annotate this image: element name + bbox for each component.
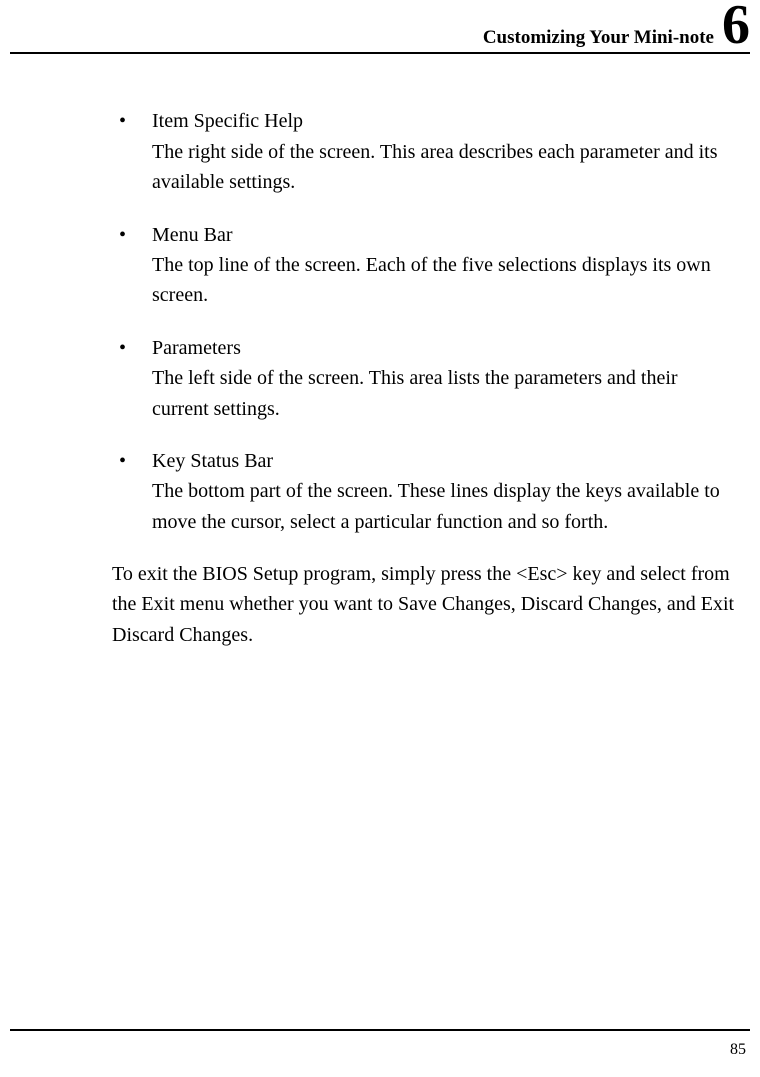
item-title: Key Status Bar: [152, 446, 735, 476]
item-description: The left side of the screen. This area l…: [152, 363, 735, 424]
body-paragraph: To exit the BIOS Setup program, simply p…: [112, 559, 735, 650]
chapter-title: Customizing Your Mini-note: [483, 8, 714, 47]
chapter-number: 6: [722, 0, 750, 50]
item-description: The bottom part of the screen. These lin…: [152, 476, 735, 537]
page-header: Customizing Your Mini-note 6: [0, 0, 760, 52]
item-title: Menu Bar: [152, 220, 735, 250]
item-description: The right side of the screen. This area …: [152, 137, 735, 198]
item-description: The top line of the screen. Each of the …: [152, 250, 735, 311]
bullet-list: Item Specific Help The right side of the…: [112, 106, 735, 537]
footer-rule: [10, 1029, 750, 1031]
page-number: 85: [730, 1041, 746, 1059]
list-item: Item Specific Help The right side of the…: [112, 106, 735, 197]
item-title: Parameters: [152, 333, 735, 363]
list-item: Key Status Bar The bottom part of the sc…: [112, 446, 735, 537]
list-item: Menu Bar The top line of the screen. Eac…: [112, 220, 735, 311]
page-content: Item Specific Help The right side of the…: [0, 54, 760, 650]
list-item: Parameters The left side of the screen. …: [112, 333, 735, 424]
item-title: Item Specific Help: [152, 106, 735, 136]
